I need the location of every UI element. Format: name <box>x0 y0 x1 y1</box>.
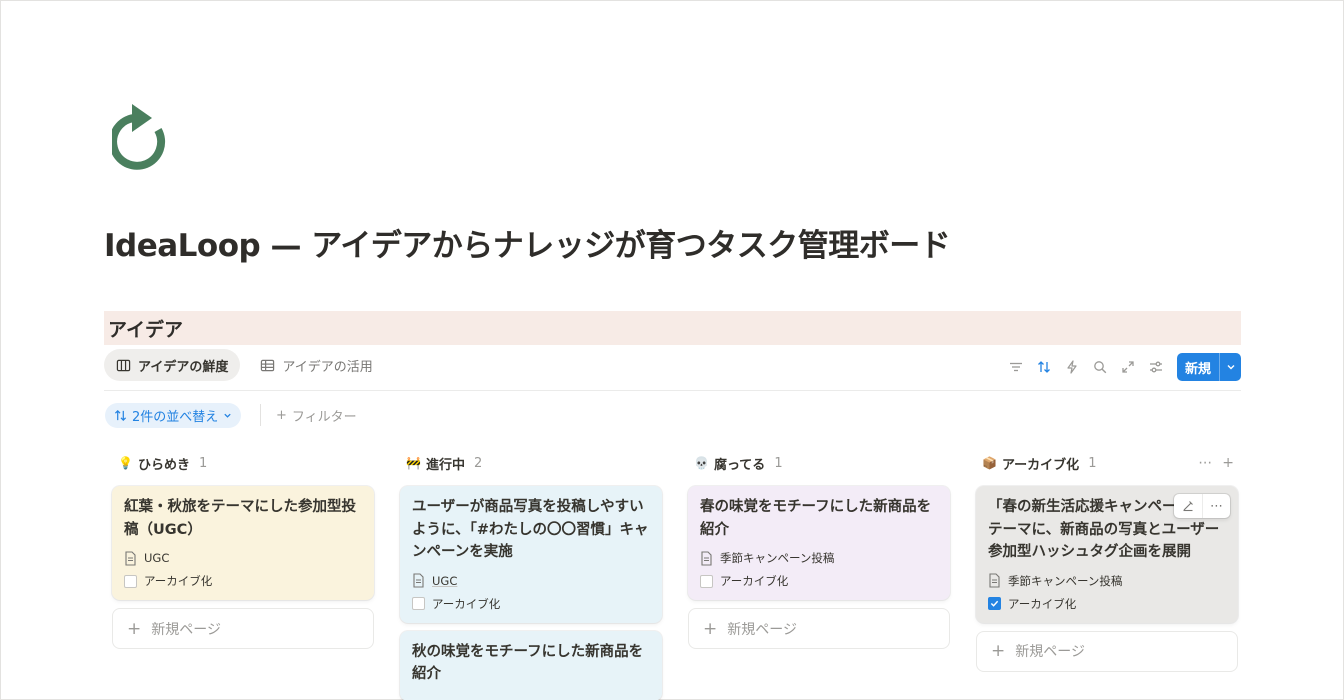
construction-icon: 🚧 <box>406 456 421 470</box>
more-options-icon[interactable]: ⋯ <box>1198 455 1212 471</box>
archive-checkbox[interactable] <box>124 574 137 588</box>
plus-icon: + <box>703 618 718 639</box>
document-icon <box>125 550 136 566</box>
automation-lightning-icon[interactable] <box>1061 355 1083 379</box>
plus-icon: + <box>127 618 142 639</box>
view-tabs: アイデアの鮮度 アイデアの活用 <box>104 349 385 381</box>
column-actions: ⋯ + <box>1198 455 1238 471</box>
board-column-in-progress: 🚧 進行中 2 ユーザーが商品写真を投稿しやすいように、「#わたしの〇〇習慣」キ… <box>400 452 662 700</box>
column-header[interactable]: 💡 ひらめき 1 <box>112 452 374 474</box>
tab-idea-usage[interactable]: アイデアの活用 <box>248 349 384 381</box>
archive-label: アーカイブ化 <box>720 574 789 588</box>
page-title: IdeaLoop — アイデアからナレッジが育つタスク管理ボード <box>104 228 951 264</box>
board-card[interactable]: 紅葉・秋旅をテーマにした参加型投稿（UGC） UGC アーカイブ化 <box>112 486 374 600</box>
board-card[interactable]: 春の味覚をモチーフにした新商品を紹介 季節キャンペーン投稿 アーカイブ化 <box>688 486 950 600</box>
chevron-down-icon[interactable] <box>1219 353 1241 381</box>
board-icon <box>116 359 131 371</box>
card-tag[interactable]: 季節キャンペーン投稿 <box>1008 573 1122 589</box>
board-card[interactable]: 秋の味覚をモチーフにした新商品を紹介 <box>400 630 662 700</box>
refresh-arrow-icon[interactable] <box>109 98 178 170</box>
new-page-button[interactable]: + 新規ページ <box>976 630 1238 672</box>
column-header[interactable]: 🚧 進行中 2 <box>400 452 662 474</box>
search-icon[interactable] <box>1089 355 1111 379</box>
column-count: 1 <box>198 455 208 471</box>
column-count: 2 <box>473 455 483 471</box>
plus-icon: + <box>276 408 287 423</box>
column-header[interactable]: 📦 アーカイブ化 1 ⋯ + <box>976 452 1238 474</box>
archive-checkbox[interactable] <box>412 597 425 610</box>
checkmark-icon <box>990 600 999 607</box>
filter-icon[interactable] <box>1005 355 1027 379</box>
column-name: 進行中 <box>425 457 465 473</box>
board-column-archived: 📦 アーカイブ化 1 ⋯ + 「春の新生活応援キャンペーン」をテーマに、新商品の… <box>976 452 1238 672</box>
new-page-label: 新規ページ <box>727 621 797 638</box>
sort-chip[interactable]: 2件の並べ替え <box>105 403 242 428</box>
card-hover-toolbar: ⋯ <box>1174 494 1230 518</box>
new-page-button[interactable]: + 新規ページ <box>688 608 950 649</box>
tab-label: アイデアの鮮度 <box>138 359 229 375</box>
document-icon <box>701 550 712 566</box>
chip-separator <box>260 404 261 426</box>
new-button-label[interactable]: 新規 <box>1177 353 1219 381</box>
plus-icon[interactable]: + <box>1222 455 1234 471</box>
card-tag-property: 季節キャンペーン投稿 <box>700 549 938 567</box>
document-icon <box>413 573 424 588</box>
sort-chip-label: 2件の並べ替え <box>132 410 219 425</box>
card-tag-property: 季節キャンペーン投稿 <box>988 572 1226 590</box>
card-tag[interactable]: UGC <box>144 551 169 565</box>
archive-checkbox[interactable] <box>700 574 713 588</box>
card-title: 秋の味覚をモチーフにした新商品を紹介 <box>412 643 644 683</box>
column-count: 1 <box>774 455 783 471</box>
card-tag[interactable]: 季節キャンペーン投稿 <box>720 550 834 566</box>
column-name: 腐ってる <box>713 457 766 473</box>
new-page-label: 新規ページ <box>151 621 221 638</box>
card-title: ユーザーが商品写真を投稿しやすいように、「#わたしの〇〇習慣」キャンペーンを実施 <box>412 499 649 560</box>
toolbar-divider <box>104 390 1241 391</box>
sort-icon[interactable] <box>1033 355 1055 379</box>
expand-icon[interactable] <box>1117 355 1139 379</box>
card-archive-property: アーカイブ化 <box>700 572 938 590</box>
archive-label: アーカイブ化 <box>432 596 501 611</box>
column-count: 1 <box>1088 455 1097 471</box>
plus-icon: + <box>991 641 1006 661</box>
database-title[interactable]: アイデア <box>104 311 1241 345</box>
more-options-icon[interactable]: ⋯ <box>1202 494 1230 518</box>
board-card[interactable]: 「春の新生活応援キャンペーン」をテーマに、新商品の写真とユーザー参加型ハッシュタ… <box>976 486 1238 623</box>
card-archive-property: アーカイブ化 <box>412 595 650 613</box>
sort-icon <box>114 410 127 421</box>
card-archive-property: アーカイブ化 <box>124 572 362 590</box>
board-column-rotten: 💀 腐ってる 1 春の味覚をモチーフにした新商品を紹介 季節キャンペーン投稿 ア… <box>688 452 950 649</box>
lightbulb-icon: 💡 <box>118 456 133 470</box>
card-title: 春の味覚をモチーフにした新商品を紹介 <box>700 499 932 538</box>
column-name: ひらめき <box>137 457 190 473</box>
table-icon <box>261 359 275 371</box>
card-tag-property: UGC <box>124 549 362 567</box>
board-card[interactable]: ユーザーが商品写真を投稿しやすいように、「#わたしの〇〇習慣」キャンペーンを実施… <box>400 486 662 623</box>
settings-sliders-icon[interactable] <box>1145 355 1167 379</box>
card-archive-property: アーカイブ化 <box>988 595 1226 613</box>
board-column-hirameki: 💡 ひらめき 1 紅葉・秋旅をテーマにした参加型投稿（UGC） UGC アーカイ… <box>112 452 374 649</box>
document-icon <box>989 573 1000 588</box>
new-page-button[interactable]: + 新規ページ <box>112 608 374 649</box>
filter-label: フィルター <box>291 410 357 425</box>
database-toolbar: 新規 <box>1005 353 1241 381</box>
tab-idea-freshness[interactable]: アイデアの鮮度 <box>104 349 241 381</box>
package-icon: 📦 <box>982 456 997 470</box>
edit-pencil-icon[interactable] <box>1174 494 1202 518</box>
column-name: アーカイブ化 <box>1001 457 1080 473</box>
archive-checkbox[interactable] <box>988 597 1001 610</box>
card-title: 紅葉・秋旅をテーマにした参加型投稿（UGC） <box>124 499 356 538</box>
chevron-down-icon <box>224 413 231 418</box>
card-tag[interactable]: UGC <box>432 574 457 588</box>
skull-icon: 💀 <box>694 456 709 470</box>
new-button[interactable]: 新規 <box>1176 353 1241 381</box>
new-page-label: 新規ページ <box>1015 644 1085 660</box>
archive-label: アーカイブ化 <box>144 574 213 588</box>
column-header[interactable]: 💀 腐ってる 1 <box>688 452 950 474</box>
archive-label: アーカイブ化 <box>1008 596 1077 611</box>
tab-label: アイデアの活用 <box>282 359 373 375</box>
add-filter-button[interactable]: + フィルター <box>276 403 357 428</box>
card-tag-property: UGC <box>412 572 650 590</box>
